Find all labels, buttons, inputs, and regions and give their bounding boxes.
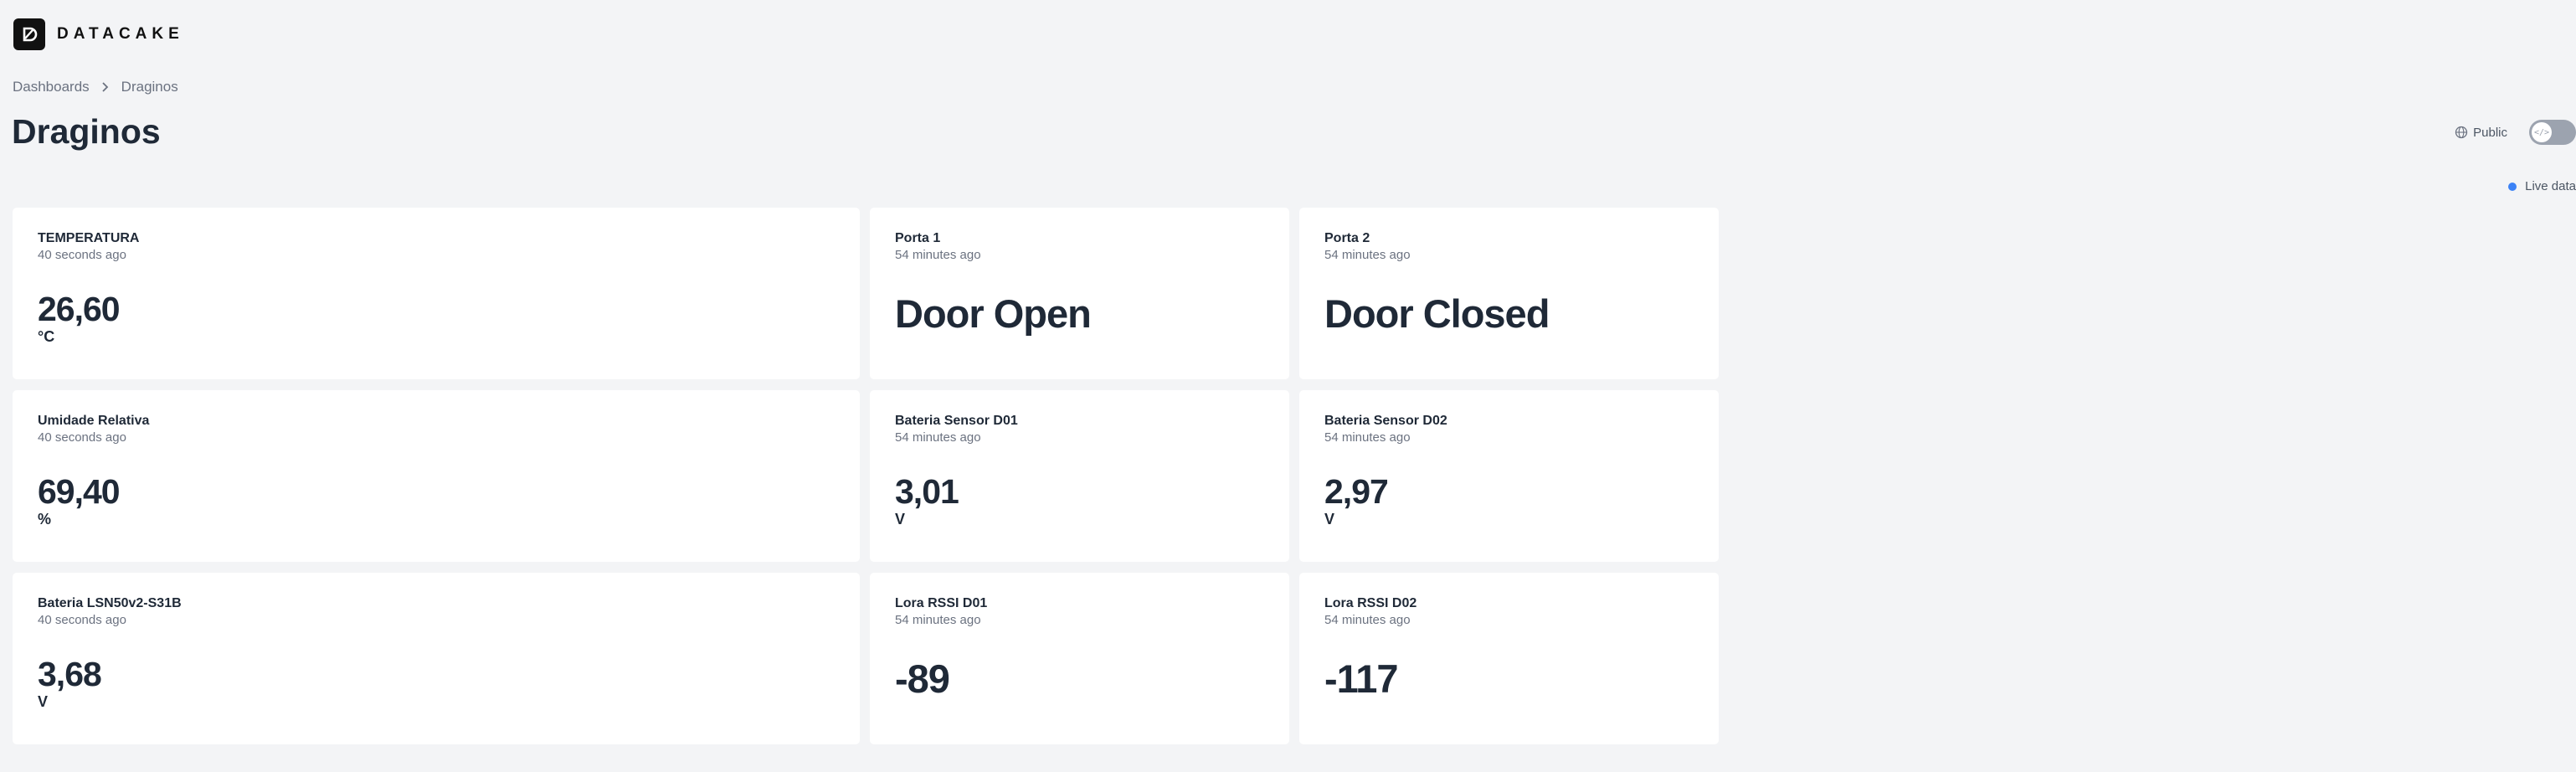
widget-lora-rssi-d02[interactable]: Lora RSSI D02 54 minutes ago -117 bbox=[1299, 573, 1719, 744]
widget-value: 3,68 bbox=[38, 655, 102, 693]
widget-bateria-sensor-d02[interactable]: Bateria Sensor D02 54 minutes ago 2,97 V bbox=[1299, 390, 1719, 562]
widget-value: 3,01 bbox=[895, 472, 959, 511]
brand-name: DATACAKE bbox=[57, 25, 184, 43]
widget-timestamp: 54 minutes ago bbox=[895, 430, 981, 445]
globe-icon bbox=[2455, 126, 2468, 139]
widget-bateria-lsn50v2[interactable]: Bateria LSN50v2-S31B 40 seconds ago 3,68… bbox=[13, 573, 860, 744]
widget-value: 69,40 bbox=[38, 472, 121, 511]
brand-logo[interactable]: DATACAKE bbox=[13, 18, 184, 50]
datacake-logo-icon bbox=[13, 18, 45, 50]
widget-status-value: Door Closed bbox=[1324, 291, 1550, 336]
widget-value: 26,60 bbox=[38, 290, 121, 328]
live-data-label: Live data bbox=[2525, 179, 2576, 193]
widget-value: -89 bbox=[895, 656, 950, 701]
widget-title: Umidade Relativa bbox=[38, 414, 150, 428]
widget-title: Bateria LSN50v2-S31B bbox=[38, 596, 182, 610]
page-title: Draginos bbox=[12, 112, 161, 151]
widget-unit: V bbox=[895, 511, 906, 528]
widget-unit: V bbox=[1324, 511, 1335, 528]
widget-unit: °C bbox=[38, 328, 55, 345]
public-controls: Public </> bbox=[2455, 120, 2576, 145]
widget-timestamp: 54 minutes ago bbox=[1324, 613, 1411, 627]
live-data-indicator: Live data bbox=[2508, 179, 2576, 193]
widget-temperatura[interactable]: TEMPERATURA 40 seconds ago 26,60 °C bbox=[13, 208, 860, 379]
breadcrumb-current[interactable]: Draginos bbox=[121, 79, 178, 95]
public-label: Public bbox=[2455, 126, 2507, 140]
chevron-right-icon bbox=[101, 81, 110, 93]
widget-title: TEMPERATURA bbox=[38, 231, 140, 245]
widget-timestamp: 54 minutes ago bbox=[1324, 430, 1411, 445]
breadcrumb-link-dashboards[interactable]: Dashboards bbox=[13, 79, 90, 95]
widget-title: Porta 2 bbox=[1324, 231, 1370, 245]
widget-status-value: Door Open bbox=[895, 291, 1092, 336]
widget-title: Porta 1 bbox=[895, 231, 941, 245]
widget-timestamp: 40 seconds ago bbox=[38, 248, 126, 262]
widget-unit: % bbox=[38, 511, 52, 528]
widget-timestamp: 40 seconds ago bbox=[38, 430, 126, 445]
live-status-dot bbox=[2508, 182, 2517, 191]
public-label-text: Public bbox=[2473, 125, 2507, 140]
widget-grid: TEMPERATURA 40 seconds ago 26,60 °C Port… bbox=[13, 208, 1719, 744]
breadcrumb: Dashboards Draginos bbox=[13, 79, 178, 95]
widget-title: Lora RSSI D01 bbox=[895, 596, 988, 610]
widget-bateria-sensor-d01[interactable]: Bateria Sensor D01 54 minutes ago 3,01 V bbox=[870, 390, 1289, 562]
public-toggle[interactable]: </> bbox=[2529, 120, 2576, 145]
widget-lora-rssi-d01[interactable]: Lora RSSI D01 54 minutes ago -89 bbox=[870, 573, 1289, 744]
widget-porta-1[interactable]: Porta 1 54 minutes ago Door Open bbox=[870, 208, 1289, 379]
widget-porta-2[interactable]: Porta 2 54 minutes ago Door Closed bbox=[1299, 208, 1719, 379]
widget-title: Bateria Sensor D01 bbox=[895, 414, 1018, 428]
widget-umidade-relativa[interactable]: Umidade Relativa 40 seconds ago 69,40 % bbox=[13, 390, 860, 562]
code-icon: </> bbox=[2532, 122, 2552, 142]
widget-title: Lora RSSI D02 bbox=[1324, 596, 1417, 610]
widget-timestamp: 54 minutes ago bbox=[895, 613, 981, 627]
widget-title: Bateria Sensor D02 bbox=[1324, 414, 1447, 428]
widget-timestamp: 40 seconds ago bbox=[38, 613, 126, 627]
widget-value: 2,97 bbox=[1324, 472, 1389, 511]
widget-timestamp: 54 minutes ago bbox=[1324, 248, 1411, 262]
widget-unit: V bbox=[38, 693, 49, 710]
widget-timestamp: 54 minutes ago bbox=[895, 248, 981, 262]
widget-value: -117 bbox=[1324, 656, 1398, 701]
